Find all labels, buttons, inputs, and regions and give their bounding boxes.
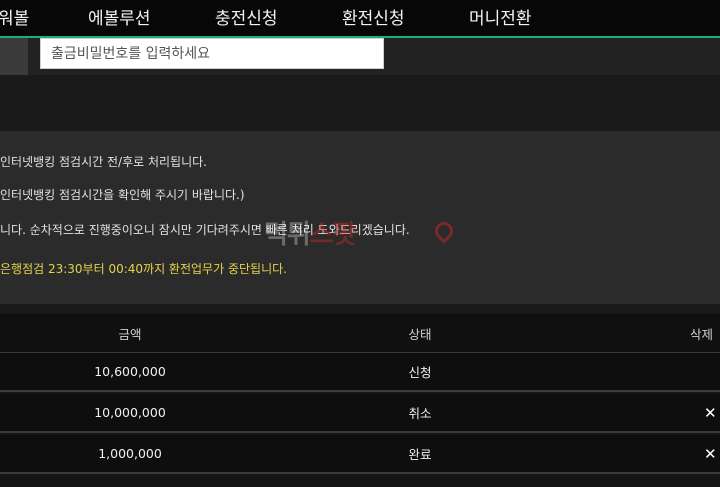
notice-line: 인터넷뱅킹 점검시간을 확인해 주시기 바랍니다.) xyxy=(0,188,245,202)
row-delete: ✕ xyxy=(690,435,720,472)
nav-item-withdraw-request[interactable]: 환전신청 xyxy=(342,4,405,29)
delete-x-icon[interactable]: ✕ xyxy=(704,404,717,422)
table-row: 1,000,000 완료 ✕ xyxy=(0,435,720,474)
row-status: 완료 xyxy=(408,447,432,462)
row-status: 신청 xyxy=(408,365,432,380)
delete-x-icon[interactable]: ✕ xyxy=(704,445,717,463)
row-amount: 10,000,000 xyxy=(94,405,166,420)
watermark-text: 먹튀 xyxy=(264,220,311,250)
nav-item-money-transfer[interactable]: 머니전환 xyxy=(469,4,532,29)
withdraw-password-row xyxy=(0,38,720,75)
row-amount: 10,600,000 xyxy=(94,364,166,379)
row-delete: ✕ xyxy=(690,394,720,431)
withdraw-password-input[interactable] xyxy=(40,38,384,69)
header-status: 상태 xyxy=(408,326,432,342)
withdraw-history-table: 금액 상태 삭제 10,600,000 신청 10,000,000 취소 ✕ 1… xyxy=(0,314,720,474)
table-row: 10,600,000 신청 xyxy=(0,353,720,392)
table-header: 금액 상태 삭제 xyxy=(0,314,720,353)
watermark-logo: 먹튀스팟 xyxy=(264,214,357,251)
table-row: 10,000,000 취소 ✕ xyxy=(0,394,720,433)
nav-item-powerball[interactable]: 워볼 xyxy=(0,4,29,29)
notice-warning-line: 은행점검 23:30부터 00:40까지 환전업무가 중단됩니다. xyxy=(0,262,287,276)
row-amount: 1,000,000 xyxy=(98,446,162,461)
app-root: 워볼 에볼루션 충전신청 환전신청 머니전환 인터넷뱅킹 점검시간 전/후로 처… xyxy=(0,0,720,487)
watermark-accent-text: 스팟 xyxy=(309,220,357,250)
nav-item-deposit-request[interactable]: 충전신청 xyxy=(215,4,278,29)
top-navigation: 워볼 에볼루션 충전신청 환전신청 머니전환 xyxy=(0,0,720,38)
notice-line: 인터넷뱅킹 점검시간 전/후로 처리됩니다. xyxy=(0,155,207,169)
row-status: 취소 xyxy=(408,406,432,421)
header-amount: 금액 xyxy=(118,326,142,342)
nav-item-evolution[interactable]: 에볼루션 xyxy=(88,4,151,29)
form-spacer xyxy=(0,75,720,131)
header-delete: 삭제 xyxy=(690,326,714,342)
password-label-cell xyxy=(0,38,28,75)
section-divider xyxy=(0,304,720,314)
